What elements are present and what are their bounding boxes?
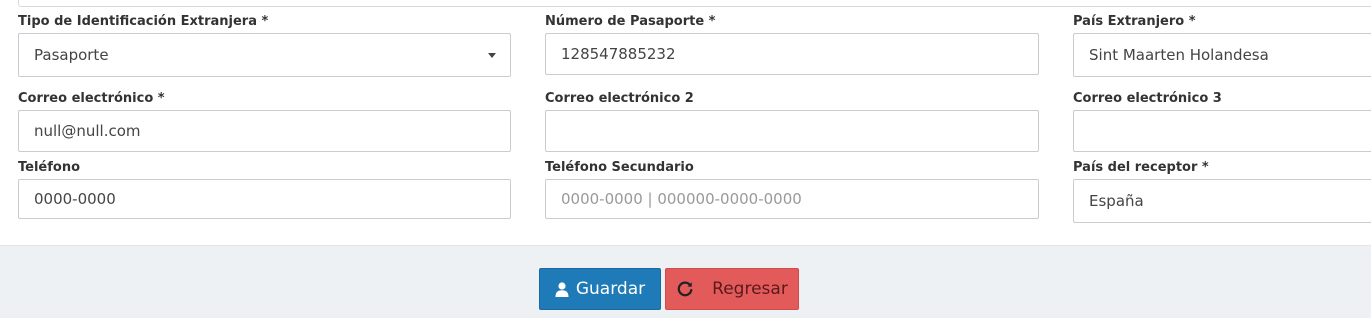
back-button[interactable]: Regresar <box>665 268 799 310</box>
phone2-label: Teléfono Secundario <box>545 160 694 175</box>
id-type-select[interactable]: Pasaporte <box>18 33 511 77</box>
passport-input[interactable]: 128547885232 <box>545 33 1039 75</box>
email2-label: Correo electrónico 2 <box>545 91 694 106</box>
save-button[interactable]: Guardar <box>539 268 661 310</box>
receiver-country-select[interactable]: España <box>1073 179 1371 223</box>
email3-input[interactable] <box>1073 110 1371 152</box>
email1-input[interactable]: null@null.com <box>18 110 511 152</box>
email1-label: Correo electrónico * <box>18 91 165 106</box>
phone2-input[interactable]: 0000-0000 | 000000-0000-0000 <box>545 179 1039 219</box>
save-button-label: Guardar <box>575 279 646 299</box>
email2-input[interactable] <box>545 110 1039 152</box>
passport-label: Número de Pasaporte * <box>545 14 716 29</box>
country-select[interactable]: Sint Maarten Holandesa <box>1073 33 1371 77</box>
phone-value: 0000-0000 <box>34 190 116 208</box>
previous-field-edge <box>18 0 1371 7</box>
phone-label: Teléfono <box>18 160 81 175</box>
email3-label: Correo electrónico 3 <box>1073 91 1222 106</box>
country-label: País Extranjero * <box>1073 14 1196 29</box>
chevron-down-icon <box>488 53 496 58</box>
user-icon <box>555 281 569 297</box>
id-type-label: Tipo de Identificación Extranjera * <box>18 14 269 29</box>
receiver-country-value: España <box>1089 192 1144 210</box>
back-button-label: Regresar <box>712 279 788 299</box>
phone2-placeholder: 0000-0000 | 000000-0000-0000 <box>561 190 802 208</box>
id-type-value: Pasaporte <box>34 46 109 64</box>
refresh-icon <box>677 281 693 297</box>
passport-value: 128547885232 <box>561 45 676 63</box>
email1-value: null@null.com <box>34 122 141 140</box>
country-value: Sint Maarten Holandesa <box>1089 46 1269 64</box>
phone-input[interactable]: 0000-0000 <box>18 179 511 219</box>
form-panel: Tipo de Identificación Extranjera * Pasa… <box>0 0 1371 246</box>
receiver-country-label: País del receptor * <box>1073 160 1209 175</box>
